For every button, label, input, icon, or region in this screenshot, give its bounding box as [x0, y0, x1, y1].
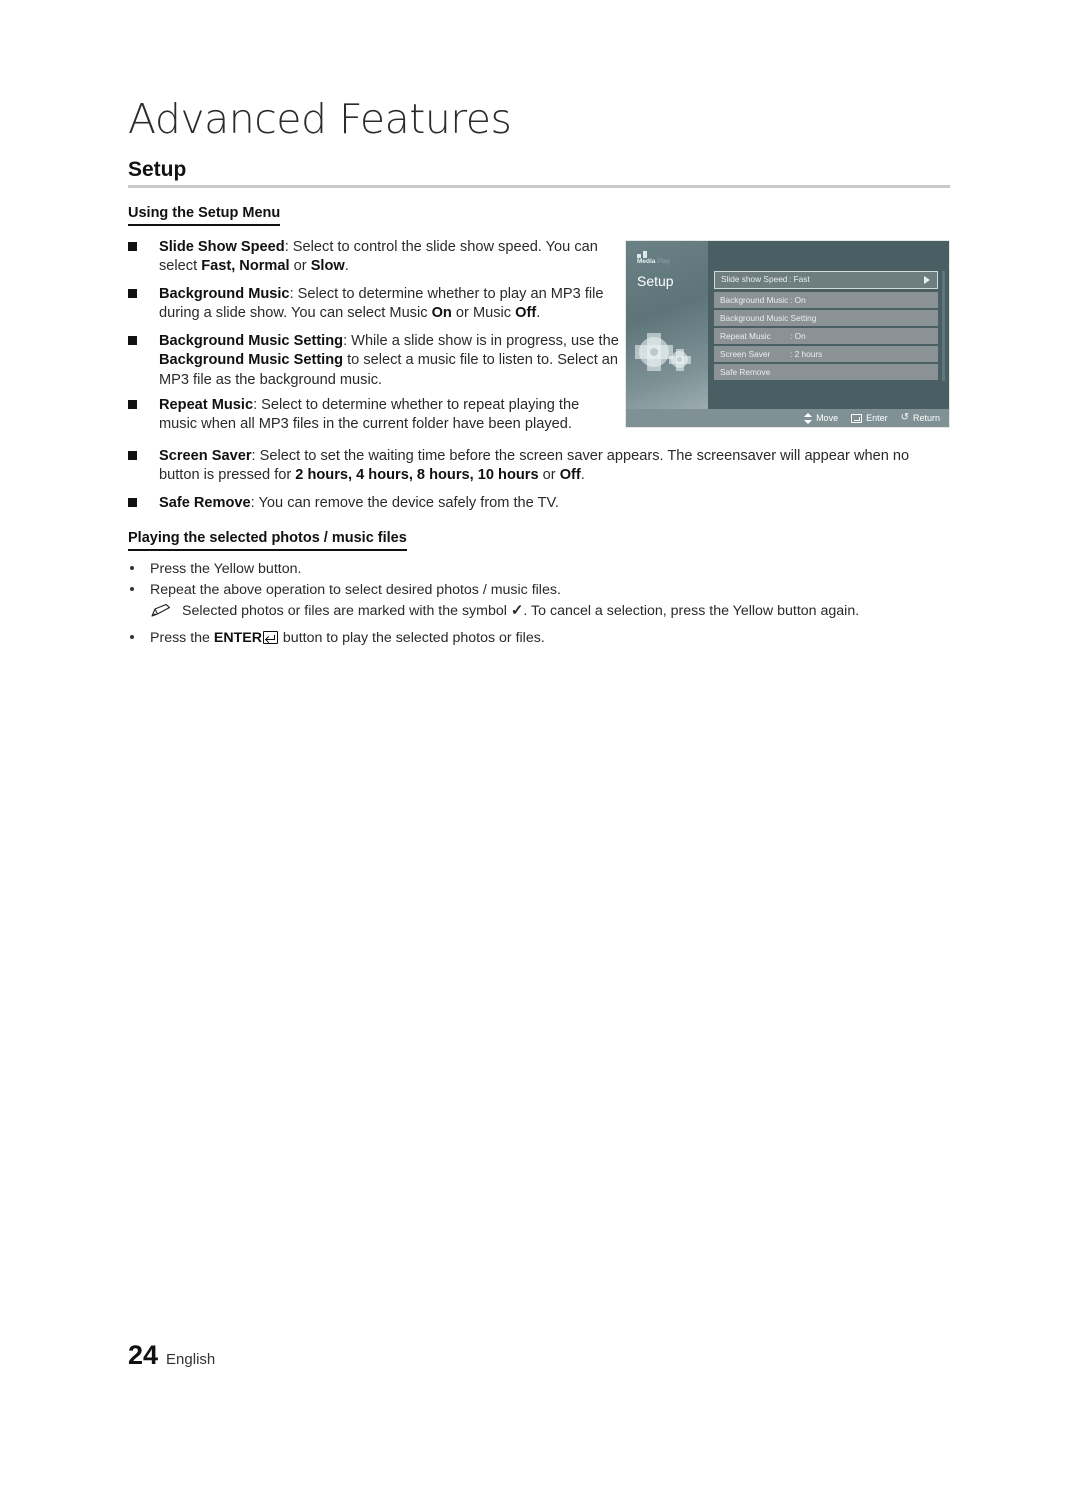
section-title: Setup — [128, 158, 187, 181]
page-number: 24 — [128, 1340, 159, 1370]
chevron-right-icon — [924, 276, 930, 284]
gear-icon-small — [671, 351, 688, 368]
osd-menu-item-repeat-music[interactable]: Repeat Music : On — [714, 328, 938, 344]
bullet-mid: or — [289, 258, 311, 275]
bullet-safe-remove: Safe Remove: You can remove the device s… — [128, 494, 950, 513]
bullet-label: Safe Remove — [159, 495, 251, 511]
bullet-mid: or — [538, 467, 560, 484]
bullet-screen-saver: Screen Saver: Select to set the waiting … — [128, 447, 950, 486]
osd-hint-enter-label: Enter — [866, 413, 888, 423]
square-bullet-icon — [128, 289, 137, 298]
bullet-slide-show-speed: Slide Show Speed: Select to control the … — [128, 238, 618, 277]
bullet-emphasis-2: Off — [515, 305, 537, 322]
osd-menu-value: : On — [790, 331, 806, 341]
page-language: English — [166, 1351, 216, 1368]
osd-menu-item-background-music[interactable]: Background Music : On — [714, 292, 938, 308]
return-arrow-icon: ↺ — [900, 412, 909, 423]
enter-key-label: ENTER — [213, 630, 262, 646]
list-item: Repeat the above operation to select des… — [128, 581, 950, 600]
gear-icon-large — [639, 337, 669, 367]
osd-menu-value: : Fast — [789, 274, 810, 284]
osd-menu-label: Background Music Setting — [720, 313, 817, 323]
bullet-emphasis-1: Fast, Normal — [201, 258, 290, 275]
note-callout: Selected photos or files are marked with… — [150, 601, 950, 621]
list-item: Press the Yellow button. — [128, 560, 950, 579]
dot-bullet-icon — [130, 635, 134, 639]
dot-bullet-icon — [130, 566, 134, 570]
osd-menu-label: Background Music — [720, 295, 789, 305]
osd-panel-title: Setup — [637, 273, 674, 289]
bullet-label: Slide Show Speed — [159, 239, 285, 255]
step-text-post: button to play the selected photos or fi… — [278, 630, 545, 646]
bullet-text: : You can remove the device safely from … — [250, 495, 559, 511]
pencil-note-icon — [150, 603, 176, 618]
list-item: Press the ENTER button to play the selec… — [128, 629, 950, 648]
bullet-emphasis-1: 2 hours, 4 hours, 8 hours, 10 hours — [295, 467, 539, 484]
bullet-emphasis-2: Slow — [310, 258, 345, 275]
bullet-label: Screen Saver — [159, 448, 252, 464]
bullet-end: . — [344, 258, 349, 275]
step-text-pre: Press the — [150, 630, 214, 646]
media-play-logo-text: Media Play — [637, 258, 670, 265]
bullet-end: . — [580, 467, 585, 484]
up-down-arrows-icon — [804, 412, 813, 424]
subheading-playing-selected: Playing the selected photos / music file… — [128, 530, 407, 551]
osd-menu-value: : 2 hours — [790, 349, 823, 359]
osd-menu-label: Repeat Music — [720, 331, 771, 341]
osd-hint-return: ↺ Return — [900, 412, 940, 424]
bullet-text: : While a slide show is in progress, use… — [343, 333, 619, 349]
manual-page: Advanced Features Setup Using the Setup … — [0, 0, 1080, 1494]
note-text-post: . To cancel a selection, press the Yello… — [523, 603, 860, 619]
media-play-logo-icon — [637, 251, 647, 258]
osd-footer-bar: Move Enter ↺ Return — [626, 409, 949, 427]
step-text: Press the Yellow button. — [150, 561, 302, 577]
tv-osd-screenshot: Media Play Setup Slide show Speed : Fast… — [625, 240, 950, 428]
osd-menu-item-slide-show-speed[interactable]: Slide show Speed : Fast — [714, 271, 938, 289]
step-text: Repeat the above operation to select des… — [150, 582, 561, 598]
bullet-emphasis-1: On — [431, 305, 452, 322]
page-title: Advanced Features — [128, 95, 512, 143]
enter-key-icon — [262, 631, 278, 644]
osd-scrollbar[interactable] — [942, 271, 945, 381]
subheading-using-setup-menu: Using the Setup Menu — [128, 205, 281, 226]
bullet-end: . — [536, 305, 541, 322]
square-bullet-icon — [128, 498, 137, 507]
note-text-pre: Selected photos or files are marked with… — [182, 603, 511, 619]
bullet-emphasis-1: Background Music Setting — [159, 352, 344, 369]
page-footer: 24 English — [128, 1340, 215, 1371]
bullet-mid: or Music — [451, 305, 516, 322]
checkmark-icon: ✓ — [510, 602, 524, 619]
square-bullet-icon — [128, 336, 137, 345]
osd-menu-label: Safe Remove — [720, 367, 771, 377]
osd-menu-value: : On — [790, 295, 806, 305]
square-bullet-icon — [128, 451, 137, 460]
square-bullet-icon — [128, 400, 137, 409]
osd-menu-label: Slide show Speed — [721, 274, 788, 284]
bullet-repeat-music: Repeat Music: Select to determine whethe… — [128, 396, 618, 435]
section-divider — [128, 185, 950, 188]
bullet-background-music: Background Music: Select to determine wh… — [128, 285, 628, 324]
enter-key-icon — [851, 413, 863, 423]
osd-hint-enter: Enter — [851, 413, 888, 423]
bullet-label: Background Music — [159, 286, 290, 302]
osd-menu-item-screen-saver[interactable]: Screen Saver : 2 hours — [714, 346, 938, 362]
osd-menu-label: Screen Saver — [720, 349, 771, 359]
osd-hint-move: Move — [804, 412, 839, 424]
bullet-emphasis-2: Off — [559, 467, 581, 484]
bullet-background-music-setting: Background Music Setting: While a slide … — [128, 332, 628, 390]
osd-menu-item-safe-remove[interactable]: Safe Remove — [714, 364, 938, 380]
osd-left-panel: Media Play Setup — [626, 241, 708, 409]
dot-bullet-icon — [130, 587, 134, 591]
square-bullet-icon — [128, 242, 137, 251]
osd-menu-item-background-music-setting[interactable]: Background Music Setting — [714, 310, 938, 326]
osd-hint-move-label: Move — [816, 413, 839, 423]
osd-hint-return-label: Return — [912, 413, 940, 423]
bullet-label: Background Music Setting — [159, 333, 344, 349]
bullet-label: Repeat Music — [159, 397, 254, 413]
